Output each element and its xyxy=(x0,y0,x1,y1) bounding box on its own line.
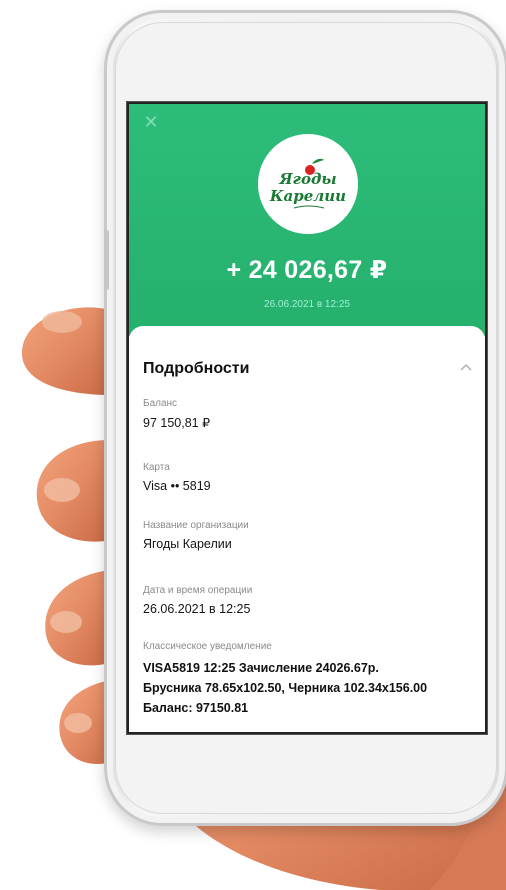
notification-text: VISA5819 12:25 Зачисление 24026.67р. Бру… xyxy=(143,661,428,715)
details-card: Подробности Баланс 97 150,81 ₽ Карта Vis… xyxy=(129,326,485,732)
field-value: 26.06.2021 в 12:25 xyxy=(143,602,251,616)
close-icon[interactable]: ✕ xyxy=(141,112,161,132)
transaction-amount: + 24 026,67 ₽ xyxy=(226,256,388,284)
field-label: Дата и время операции xyxy=(143,585,253,596)
phone-screen: ✕ Ягоды Карелии + 24 026,67 ₽ 26.06.2021… xyxy=(129,104,485,732)
transaction-datetime: 26.06.2021 в 12:25 xyxy=(264,299,350,310)
operation-datetime-field: Дата и время операции 26.06.2021 в 12:25 xyxy=(143,585,473,616)
details-title: Подробности xyxy=(143,360,250,377)
notification-label: Классическое уведомление xyxy=(143,641,272,652)
svg-text:Ягоды: Ягоды xyxy=(278,170,336,188)
card-field: Карта Visa •• 5819 xyxy=(143,462,473,493)
field-label: Карта xyxy=(143,462,170,473)
side-button xyxy=(104,230,109,290)
organization-field: Название организации Ягоды Карелии xyxy=(143,520,473,551)
svg-text:Карелии: Карелии xyxy=(269,187,346,205)
field-label: Баланс xyxy=(143,398,178,409)
balance-field: Баланс 97 150,81 ₽ xyxy=(143,398,473,430)
merchant-logo: Ягоды Карелии xyxy=(258,134,358,234)
sms-notification: Классическое уведомление VISA5819 12:25 … xyxy=(143,641,479,718)
field-value: 97 150,81 ₽ xyxy=(143,416,211,430)
chevron-up-icon[interactable] xyxy=(459,362,473,372)
field-value: Ягоды Карелии xyxy=(143,537,232,551)
field-label: Название организации xyxy=(143,520,249,531)
field-value: Visa •• 5819 xyxy=(143,479,211,493)
transaction-header: ✕ Ягоды Карелии + 24 026,67 ₽ 26.06.2021… xyxy=(129,104,485,336)
